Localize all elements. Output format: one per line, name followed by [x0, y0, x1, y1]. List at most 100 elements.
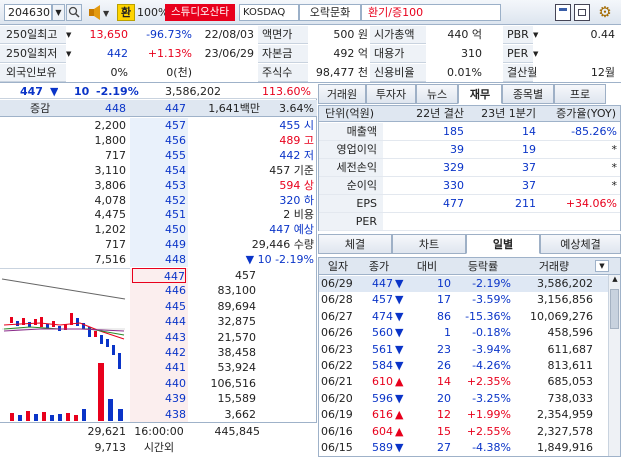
search-button[interactable]: [66, 4, 82, 21]
ask-price[interactable]: 453: [132, 178, 186, 193]
daily-row[interactable]: 06/20 596 ▼ 20 -3.25% 738,033: [319, 391, 609, 407]
daily-row[interactable]: 06/27 474 ▼ 86 -15.36% 10,069,276: [319, 309, 609, 325]
info-mid-label: 자본금: [258, 45, 308, 63]
daily-row[interactable]: 06/29 447 ▼ 10 -2.19% 3,586,202: [319, 276, 609, 292]
daily-diff: 12: [437, 408, 451, 422]
amount-ratio: 3.64%: [279, 102, 314, 115]
ask-price[interactable]: 450: [132, 222, 186, 237]
info-mid-label: 주식수: [258, 64, 308, 82]
bottom-tab-0[interactable]: 체결: [318, 234, 392, 254]
fin-value-c: *: [539, 141, 620, 159]
bottom-tab-3[interactable]: 예상체결: [540, 234, 621, 254]
info-right-dropdown-1[interactable]: ▼: [533, 45, 543, 63]
daily-date: 06/19: [321, 408, 353, 422]
bid-price[interactable]: 443: [132, 330, 186, 345]
settings-gear-icon[interactable]: ⚙: [595, 3, 615, 22]
bottom-tab-2[interactable]: 일별: [466, 234, 540, 254]
daily-diff: 26: [437, 359, 451, 372]
tab-4[interactable]: 종목별: [502, 84, 554, 104]
orderbook-panel: 447 ▼ 10 -2.19% 3,586,202 113.60% 증감 448…: [0, 84, 317, 457]
daily-row[interactable]: 06/19 616 ▲ 12 +1.99% 2,354,959: [319, 407, 609, 423]
info-dropdown-1[interactable]: ▼: [66, 45, 76, 63]
info-right-value2: 0.44: [590, 28, 616, 41]
ask-price[interactable]: 457: [132, 118, 186, 133]
info-dropdown-0[interactable]: ▼: [66, 26, 76, 44]
ask-side-info: 2 비용: [283, 208, 314, 222]
bid-price[interactable]: 447: [132, 268, 186, 283]
ask-price[interactable]: 452: [132, 193, 186, 208]
bid-price[interactable]: 444: [132, 314, 186, 329]
price-down-arrow: ▼: [50, 85, 59, 98]
bid-price[interactable]: 438: [132, 407, 186, 422]
bid-qty: 38,458: [217, 346, 257, 359]
ask-qty: 3,806: [94, 178, 127, 192]
fin-row-label: 매출액: [319, 123, 383, 141]
bid-price[interactable]: 439: [132, 391, 186, 406]
daily-header: 거래량: [538, 260, 570, 273]
fin-row-label: 순이익: [319, 177, 383, 195]
bid-price[interactable]: 440: [132, 376, 186, 391]
bid-price[interactable]: 442: [132, 345, 186, 360]
daily-date: 06/16: [321, 424, 353, 438]
fin-value-c: [539, 213, 620, 231]
tab-5[interactable]: 프로: [554, 84, 606, 104]
ask-qty: 3,110: [94, 163, 127, 177]
daily-row[interactable]: 06/26 560 ▼ 1 -0.18% 458,596: [319, 325, 609, 341]
daily-row[interactable]: 06/23 561 ▼ 23 -3.94% 611,687: [319, 342, 609, 358]
daily-row[interactable]: 06/16 604 ▲ 15 +2.55% 2,327,578: [319, 424, 609, 440]
info-right-dropdown-0[interactable]: ▼: [533, 26, 543, 44]
info-label: 외국인보유: [0, 64, 66, 82]
daily-volume: 3,586,202: [537, 277, 593, 290]
window-icon[interactable]: [555, 4, 571, 21]
info-right-value2: 12월: [590, 66, 615, 79]
ask-price[interactable]: 454: [132, 163, 186, 178]
info-grid: 250일최고 ▼ 13,650 -96.73% 22/08/03 액면가 500 원 시가총액…: [0, 26, 621, 83]
fin-header: 23년 1분기: [481, 107, 536, 120]
fin-value-a: [383, 213, 467, 231]
fin-value-a: 185: [383, 123, 467, 141]
daily-diff: 27: [437, 441, 451, 454]
stock-code-input[interactable]: 204630: [4, 4, 52, 21]
daily-date: 06/21: [321, 375, 353, 389]
bid-qty: 89,694: [217, 299, 257, 313]
bid-qty: 3,662: [224, 407, 257, 421]
daily-scrollbar[interactable]: ▲: [608, 275, 620, 456]
copy-icon[interactable]: [574, 4, 590, 21]
fin-value-b: 211: [467, 195, 539, 213]
ask-price[interactable]: 456: [132, 133, 186, 148]
ask-side-info: 320 하: [279, 193, 314, 207]
daily-diff: 1: [444, 326, 451, 340]
quote-bar: 447 ▼ 10 -2.19% 3,586,202 113.60%: [0, 84, 317, 99]
speaker-button[interactable]: ▼: [86, 4, 114, 21]
tab-2[interactable]: 뉴스: [416, 84, 458, 104]
tab-0[interactable]: 거래원: [318, 84, 366, 104]
code-dropdown-button[interactable]: ▼: [52, 4, 65, 21]
price-change-pct: -2.19%: [96, 85, 139, 98]
info-pct: -96.73%: [146, 28, 192, 41]
ask-price[interactable]: 449: [132, 237, 186, 252]
daily-row[interactable]: 06/28 457 ▼ 17 -3.59% 3,156,856: [319, 292, 609, 308]
fin-value-c: *: [539, 177, 620, 195]
tab-3[interactable]: 재무: [458, 84, 502, 104]
ask-side-info: 455 시: [279, 119, 314, 132]
ask-price[interactable]: 448: [132, 252, 186, 267]
ask-price[interactable]: 451: [132, 207, 186, 222]
bid-price[interactable]: 446: [132, 283, 186, 298]
daily-volume: 813,611: [547, 359, 594, 372]
bid-price[interactable]: 441: [132, 360, 186, 375]
tab-1[interactable]: 투자자: [366, 84, 416, 104]
ask-side-info: 442 저: [279, 148, 314, 162]
bottom-tab-1[interactable]: 차트: [392, 234, 466, 254]
daily-row[interactable]: 06/15 589 ▼ 27 -4.38% 1,849,916: [319, 440, 609, 456]
daily-volume: 611,687: [547, 342, 594, 356]
hwan-toggle[interactable]: 환: [117, 4, 135, 21]
market-field: KOSDAQ: [239, 4, 299, 21]
daily-filter-dropdown[interactable]: ▼: [595, 260, 609, 272]
ask-price[interactable]: 455: [132, 148, 186, 163]
daily-close: 616: [372, 408, 393, 422]
bid-price[interactable]: 445: [132, 299, 186, 314]
zoom-label[interactable]: 100%: [137, 4, 168, 21]
ask-side-info: ▼ 10 -2.19%: [245, 253, 314, 267]
daily-row[interactable]: 06/22 584 ▼ 26 -4.26% 813,611: [319, 358, 609, 374]
daily-row[interactable]: 06/21 610 ▲ 14 +2.35% 685,053: [319, 374, 609, 390]
